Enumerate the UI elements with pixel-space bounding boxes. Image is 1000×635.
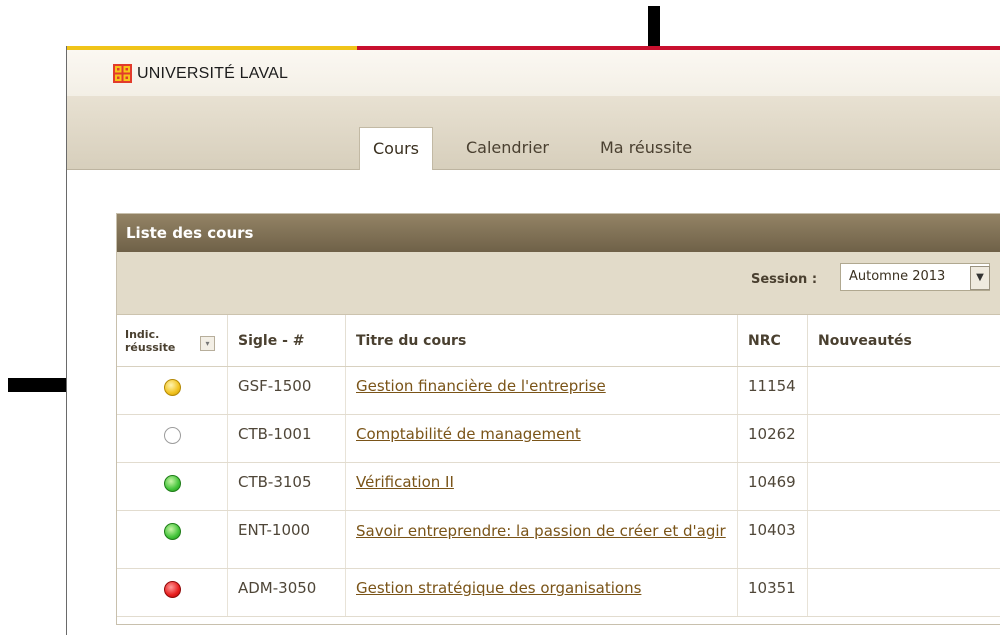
main-nav: Cours Calendrier Ma réussite xyxy=(67,96,1000,170)
university-name: UNIVERSITÉ LAVAL xyxy=(137,64,289,82)
course-title-cell: Comptabilité de management xyxy=(345,414,738,463)
course-title-cell: Gestion stratégique des organisations xyxy=(345,568,738,617)
course-code: CTB-1001 xyxy=(227,414,346,463)
session-value: Automne 2013 xyxy=(849,269,946,284)
university-logo[interactable]: UNIVERSITÉ LAVAL xyxy=(113,64,288,83)
status-cell xyxy=(117,366,228,415)
status-cell xyxy=(117,414,228,463)
course-nrc: 10351 xyxy=(737,568,808,617)
panel-title: Liste des cours xyxy=(117,214,1000,252)
course-nrc: 11154 xyxy=(737,366,808,415)
table-row: CTB-1001 Comptabilité de management 1026… xyxy=(117,414,1000,463)
session-bar: Session : Automne 2013 ▼ xyxy=(117,252,1000,315)
status-indicator-icon xyxy=(163,581,181,598)
table-row: ENT-1000 Savoir entreprendre: la passion… xyxy=(117,510,1000,569)
status-indicator-icon xyxy=(163,523,181,540)
course-code: ENT-1000 xyxy=(227,510,346,569)
tab-ma-reussite[interactable]: Ma réussite xyxy=(587,127,705,169)
header-indic-reussite[interactable]: Indic. réussite ▾ xyxy=(117,315,228,367)
course-news xyxy=(807,414,1000,463)
course-title-link[interactable]: Savoir entreprendre: la passion de créer… xyxy=(356,522,726,540)
shield-logo-icon xyxy=(113,64,132,83)
course-news xyxy=(807,510,1000,569)
header-titre[interactable]: Titre du cours xyxy=(345,315,738,367)
chevron-down-icon[interactable]: ▼ xyxy=(970,266,990,290)
course-news xyxy=(807,366,1000,415)
browser-viewport: UNIVERSITÉ LAVAL Cours Calendrier Ma réu… xyxy=(66,46,1000,635)
site-header: UNIVERSITÉ LAVAL xyxy=(67,50,1000,96)
session-select[interactable]: Automne 2013 ▼ xyxy=(840,263,990,291)
course-nrc: 10262 xyxy=(737,414,808,463)
course-list-panel: Liste des cours Session : Automne 2013 ▼… xyxy=(116,213,1000,625)
status-cell xyxy=(117,568,228,617)
course-news xyxy=(807,462,1000,511)
course-code: GSF-1500 xyxy=(227,366,346,415)
course-nrc: 10469 xyxy=(737,462,808,511)
status-indicator-icon xyxy=(163,379,181,396)
header-nouveautes[interactable]: Nouveautés xyxy=(807,315,1000,367)
table-row: ADM-3050 Gestion stratégique des organis… xyxy=(117,568,1000,617)
course-title-cell: Gestion financière de l'entreprise xyxy=(345,366,738,415)
course-title-link[interactable]: Comptabilité de management xyxy=(356,425,581,443)
course-title-cell: Vérification II xyxy=(345,462,738,511)
course-title-cell: Savoir entreprendre: la passion de créer… xyxy=(345,510,738,569)
course-title-link[interactable]: Gestion financière de l'entreprise xyxy=(356,377,606,395)
course-nrc: 10403 xyxy=(737,510,808,569)
tab-calendrier[interactable]: Calendrier xyxy=(453,127,562,169)
status-cell xyxy=(117,510,228,569)
header-sigle[interactable]: Sigle - # xyxy=(227,315,346,367)
status-indicator-icon xyxy=(163,475,181,492)
status-indicator-icon xyxy=(163,427,181,444)
header-nrc[interactable]: NRC xyxy=(737,315,808,367)
course-news xyxy=(807,568,1000,617)
course-table: Indic. réussite ▾ Sigle - # Titre du cou… xyxy=(117,315,1000,617)
table-row: GSF-1500 Gestion financière de l'entrepr… xyxy=(117,366,1000,415)
filter-dropdown-icon[interactable]: ▾ xyxy=(200,336,215,351)
course-code: CTB-3105 xyxy=(227,462,346,511)
tab-cours[interactable]: Cours xyxy=(359,127,434,170)
status-cell xyxy=(117,462,228,511)
table-row: CTB-3105 Vérification II 10469 xyxy=(117,462,1000,511)
course-title-link[interactable]: Gestion stratégique des organisations xyxy=(356,579,641,597)
session-label: Session : xyxy=(751,272,818,287)
course-title-link[interactable]: Vérification II xyxy=(356,473,454,491)
course-code: ADM-3050 xyxy=(227,568,346,617)
